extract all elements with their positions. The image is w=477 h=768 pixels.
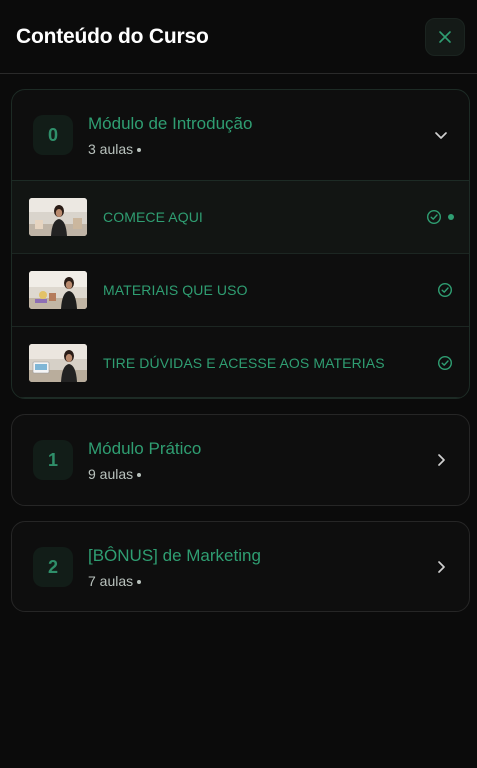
module-card-pratico[interactable]: 1 Módulo Prático 9 aulas <box>11 414 470 506</box>
lesson-list-divider <box>21 397 460 398</box>
meta-dot <box>137 148 142 153</box>
module-title: Módulo de Introdução <box>88 114 253 133</box>
lesson-item-tire-duvidas[interactable]: TIRE DÚVIDAS E ACESSE AOS MATERIAS <box>12 327 469 398</box>
lesson-title: MATERIAIS QUE USO <box>103 282 248 298</box>
module-card-introducao: 0 Módulo de Introdução 3 aulas COMECE AQ… <box>11 89 470 399</box>
close-icon <box>439 30 451 43</box>
module-lesson-count: 3 aulas <box>88 141 142 157</box>
lesson-item-materiais[interactable]: MATERIAIS QUE USO <box>12 254 469 327</box>
module-lesson-count: 9 aulas <box>88 466 142 482</box>
module-card-bonus-marketing[interactable]: 2 [BÔNUS] de Marketing 7 aulas <box>11 521 470 612</box>
panel-header: Conteúdo do Curso <box>0 0 477 74</box>
check-circle-icon <box>437 355 453 371</box>
meta-dot <box>137 580 142 585</box>
module-header[interactable]: 2 [BÔNUS] de Marketing 7 aulas <box>12 522 469 612</box>
module-header[interactable]: 1 Módulo Prático 9 aulas <box>12 415 469 505</box>
meta-dot <box>137 473 142 478</box>
module-number: 1 <box>33 440 73 480</box>
check-circle-icon <box>437 282 453 298</box>
lesson-title: COMECE AQUI <box>103 209 203 225</box>
lesson-thumbnail <box>29 271 87 309</box>
lesson-thumbnail <box>29 198 87 236</box>
lesson-title: TIRE DÚVIDAS E ACESSE AOS MATERIAS <box>103 355 385 371</box>
module-lesson-count: 7 aulas <box>88 573 142 589</box>
course-content-panel: Conteúdo do Curso 0 Módulo de Introdução… <box>0 0 477 768</box>
module-number: 2 <box>33 547 73 587</box>
lesson-item-comece-aqui[interactable]: COMECE AQUI <box>12 181 469 254</box>
module-title: [BÔNUS] de Marketing <box>88 546 261 565</box>
module-title: Módulo Prático <box>88 439 202 458</box>
chevron-right-icon[interactable] <box>433 452 449 468</box>
chevron-right-icon[interactable] <box>433 559 449 575</box>
panel-title: Conteúdo do Curso <box>16 24 209 48</box>
module-number: 0 <box>33 115 73 155</box>
check-circle-icon <box>426 209 442 225</box>
lesson-thumbnail <box>29 344 87 382</box>
close-button[interactable] <box>425 17 465 56</box>
module-lesson-count-text: 9 aulas <box>88 466 134 482</box>
chevron-down-icon[interactable] <box>433 127 449 143</box>
active-lesson-indicator <box>448 214 454 220</box>
module-header[interactable]: 0 Módulo de Introdução 3 aulas <box>12 90 469 180</box>
lesson-list: COMECE AQUI MATERIAIS QUE USO TIRE DÚVID… <box>12 180 469 398</box>
module-lesson-count-text: 7 aulas <box>88 573 134 589</box>
module-lesson-count-text: 3 aulas <box>88 141 134 157</box>
